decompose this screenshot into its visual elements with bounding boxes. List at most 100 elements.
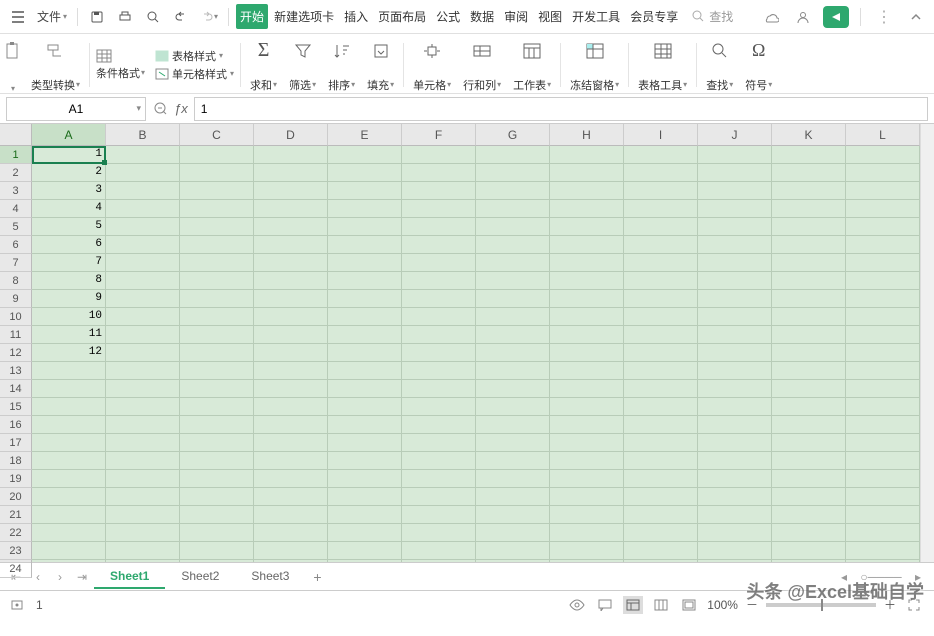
cell[interactable] (180, 506, 254, 524)
cell[interactable] (402, 416, 476, 434)
cell[interactable] (624, 164, 698, 182)
row-header[interactable]: 22 (0, 524, 32, 542)
cell[interactable] (550, 344, 624, 362)
table-tools-button[interactable]: 表格工具▾ (635, 37, 690, 93)
row-header[interactable]: 11 (0, 326, 32, 344)
cell[interactable] (698, 380, 772, 398)
cell[interactable] (624, 542, 698, 560)
redo-button[interactable]: ▾ (197, 5, 221, 29)
cell[interactable] (624, 362, 698, 380)
cell[interactable] (698, 470, 772, 488)
row-header[interactable]: 2 (0, 164, 32, 182)
cell[interactable] (772, 470, 846, 488)
cell[interactable] (32, 416, 106, 434)
col-header[interactable]: G (476, 124, 550, 146)
row-header[interactable]: 6 (0, 236, 32, 254)
add-sheet-button[interactable]: + (307, 569, 327, 585)
cell[interactable] (106, 200, 180, 218)
cell[interactable] (328, 398, 402, 416)
cell[interactable] (402, 542, 476, 560)
cell[interactable] (402, 146, 476, 164)
cell[interactable] (624, 146, 698, 164)
cell[interactable] (624, 218, 698, 236)
cell[interactable] (180, 308, 254, 326)
sheet-tab[interactable]: Sheet3 (235, 565, 305, 589)
cell[interactable] (402, 434, 476, 452)
col-header[interactable]: D (254, 124, 328, 146)
cell[interactable] (624, 488, 698, 506)
cell[interactable] (254, 200, 328, 218)
cell[interactable] (476, 560, 550, 562)
cell[interactable] (698, 326, 772, 344)
cell[interactable] (772, 326, 846, 344)
row-header[interactable]: 23 (0, 542, 32, 560)
cell[interactable] (476, 416, 550, 434)
cell[interactable] (402, 452, 476, 470)
cell[interactable] (328, 542, 402, 560)
cell[interactable] (550, 506, 624, 524)
cell[interactable] (476, 362, 550, 380)
cell[interactable] (106, 452, 180, 470)
cell[interactable] (180, 524, 254, 542)
cell[interactable] (846, 236, 920, 254)
cell[interactable] (32, 398, 106, 416)
cell[interactable] (624, 254, 698, 272)
cell[interactable] (106, 434, 180, 452)
paste-group[interactable]: ▾ (4, 37, 22, 93)
cell[interactable] (846, 542, 920, 560)
cell[interactable] (846, 470, 920, 488)
menu-tab-0[interactable]: 开始 (236, 4, 268, 29)
cell[interactable] (106, 308, 180, 326)
cell[interactable] (254, 182, 328, 200)
cell[interactable]: 2 (32, 164, 106, 182)
zoom-slider[interactable] (766, 603, 876, 607)
cell[interactable] (402, 236, 476, 254)
cell[interactable] (476, 452, 550, 470)
cell[interactable] (698, 146, 772, 164)
cell[interactable] (476, 470, 550, 488)
cell[interactable] (32, 524, 106, 542)
normal-view-button[interactable] (623, 596, 643, 614)
format-painter-group[interactable]: 类型转换▾ (28, 37, 83, 93)
cell[interactable] (180, 488, 254, 506)
cell[interactable] (698, 236, 772, 254)
cell[interactable] (254, 488, 328, 506)
find-button[interactable]: 查找▾ (703, 37, 736, 93)
cell[interactable]: 3 (32, 182, 106, 200)
cell[interactable] (402, 524, 476, 542)
preview-button[interactable] (141, 5, 165, 29)
cell[interactable] (402, 344, 476, 362)
cell[interactable] (106, 542, 180, 560)
row-header[interactable]: 14 (0, 380, 32, 398)
cell[interactable] (772, 560, 846, 562)
cell[interactable] (772, 524, 846, 542)
cell-style-button[interactable]: 单元格样式▾ (155, 66, 234, 82)
sheet-tab[interactable]: Sheet1 (94, 565, 165, 589)
cell[interactable] (180, 380, 254, 398)
cell[interactable] (402, 380, 476, 398)
cell[interactable] (328, 560, 402, 562)
cell[interactable] (550, 470, 624, 488)
cell[interactable] (772, 434, 846, 452)
zoom-value[interactable]: 100% (707, 598, 738, 612)
cell[interactable] (698, 506, 772, 524)
cell[interactable] (254, 272, 328, 290)
cell[interactable] (698, 362, 772, 380)
col-header[interactable]: A (32, 124, 106, 146)
cell[interactable] (254, 146, 328, 164)
cell[interactable] (180, 416, 254, 434)
row-header[interactable]: 21 (0, 506, 32, 524)
row-header[interactable]: 19 (0, 470, 32, 488)
cell[interactable] (624, 200, 698, 218)
cell[interactable] (402, 254, 476, 272)
cell[interactable] (476, 506, 550, 524)
cell[interactable] (32, 506, 106, 524)
cell[interactable] (772, 344, 846, 362)
cell[interactable] (254, 344, 328, 362)
cell[interactable] (180, 326, 254, 344)
cell[interactable] (624, 344, 698, 362)
cell[interactable] (772, 362, 846, 380)
cell[interactable]: 7 (32, 254, 106, 272)
col-header[interactable]: F (402, 124, 476, 146)
cell[interactable] (180, 236, 254, 254)
